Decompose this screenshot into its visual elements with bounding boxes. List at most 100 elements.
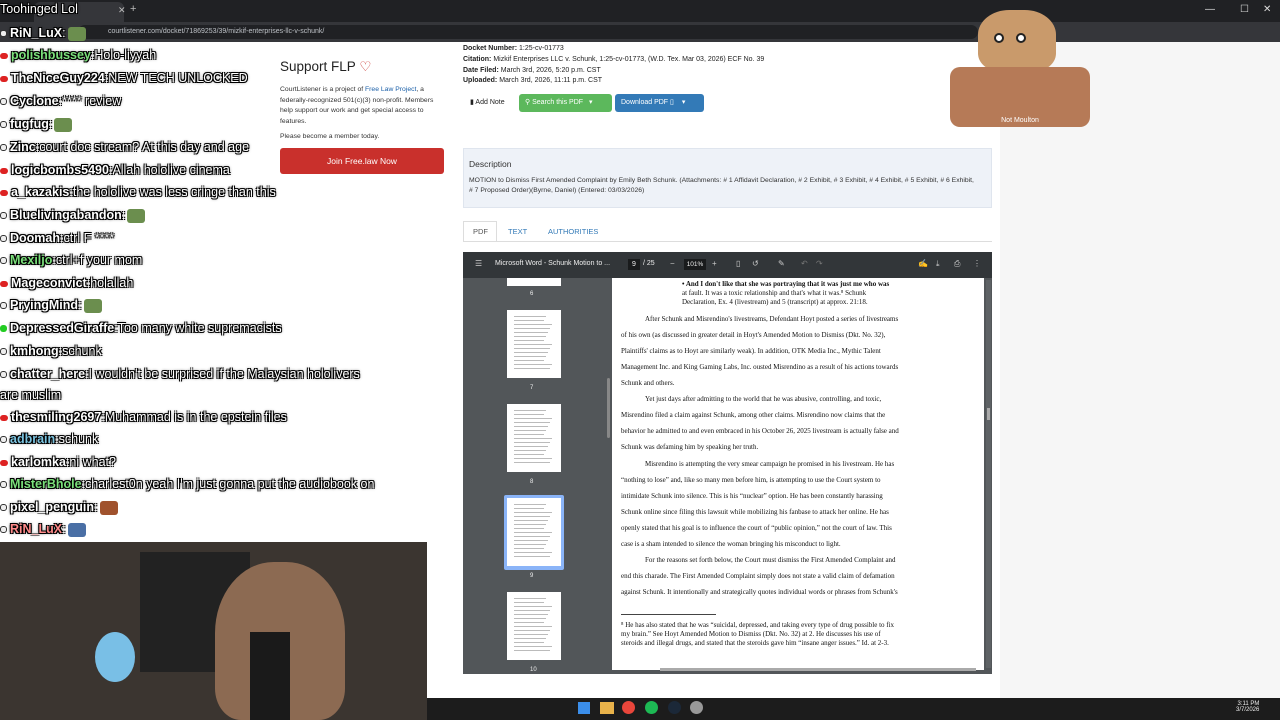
sidebar-scrollbar[interactable]	[607, 378, 610, 438]
chat-username[interactable]: fugfug	[10, 117, 49, 131]
spotify-icon[interactable]	[645, 701, 658, 714]
chat-message: logicbombs5490:Allah hololive cinema	[0, 163, 230, 177]
chat-username[interactable]: Bluelivingabandon	[10, 208, 122, 222]
avatar-eye	[994, 33, 1004, 43]
chat-username[interactable]: RiN_LuX	[10, 26, 62, 40]
tab-text[interactable]: TEXT	[508, 227, 527, 236]
page-thumbnail[interactable]	[507, 404, 561, 472]
chat-message: Cyclone:**** review	[0, 94, 121, 108]
chat-username[interactable]: adbrain	[10, 432, 55, 446]
thumbnail-text-line	[514, 602, 544, 603]
chat-username[interactable]: Doomah	[10, 231, 60, 245]
thumbnail-text-line	[514, 316, 546, 317]
chat-badge-icon	[0, 371, 7, 379]
sign-icon[interactable]: ✍	[918, 259, 928, 268]
thumbnail-number: 6	[530, 291, 534, 297]
chat-username[interactable]: Mageconvict	[11, 276, 87, 290]
chat-username[interactable]: Zinc	[10, 140, 36, 154]
close-window-icon[interactable]: ✕	[1263, 4, 1271, 15]
page-thumbnail-active[interactable]	[507, 498, 561, 566]
pdf-line: Declaration, Ex. 4 (livestream) and 5 (t…	[682, 298, 868, 306]
page-number-input[interactable]: 9	[628, 259, 640, 270]
menu-icon[interactable]: ☰	[475, 259, 482, 268]
fit-page-icon[interactable]: ▯	[736, 259, 740, 268]
pdf-line: Yet just days after admitting to the wor…	[645, 395, 882, 403]
annotate-icon[interactable]: ✎	[778, 259, 785, 268]
zoom-level[interactable]: 101%	[684, 259, 706, 270]
horizontal-scrollbar[interactable]	[660, 668, 976, 671]
thumbnail-text-line	[514, 642, 544, 643]
chat-message: Mexiljo:ctrl+f your mom	[0, 253, 142, 267]
chat-separator: :	[62, 26, 66, 40]
chat-username[interactable]: karlomka	[11, 455, 66, 469]
tab-divider	[463, 241, 992, 242]
more-icon[interactable]: ⋮	[973, 259, 981, 268]
chat-message: karlomka:ni what?	[0, 455, 116, 469]
zoom-out-icon[interactable]: −	[670, 259, 675, 268]
download-icon[interactable]: ⤓	[936, 259, 940, 269]
print-icon[interactable]: ⎙	[954, 259, 960, 269]
viewer-scroll-thumb[interactable]	[987, 408, 990, 420]
thumbnail-text-line	[514, 446, 548, 447]
page-thumbnail[interactable]	[507, 592, 561, 660]
chat-username[interactable]: pixel_penguin	[10, 500, 94, 514]
start-icon[interactable]	[578, 702, 590, 714]
maximize-icon[interactable]: ☐	[1240, 4, 1249, 15]
pdf-line: Schunk and others.	[621, 379, 675, 387]
webcam-feed	[0, 542, 427, 720]
chat-username[interactable]: Cyclone	[10, 94, 59, 108]
chat-username[interactable]: RiN_LuX	[10, 522, 62, 536]
search-pdf-button[interactable]: ⚲ Search this PDF ▾	[519, 94, 612, 112]
tab-title[interactable]: Toohinged Lol	[0, 2, 78, 16]
emote-icon	[83, 298, 102, 313]
chat-username[interactable]: Mexiljo	[10, 253, 52, 267]
chat-username[interactable]: chatter_here	[10, 367, 85, 381]
chat-message: RiN_LuX:	[0, 26, 86, 41]
chat-username[interactable]: DepressedGiraffe	[10, 321, 114, 335]
viewer-scrollbar[interactable]	[986, 280, 991, 668]
chat-username[interactable]: thesmiling2697	[11, 410, 101, 424]
file-explorer-icon[interactable]	[600, 702, 614, 714]
chat-text: Allah hololive cinema	[112, 163, 230, 177]
page-thumbnail[interactable]	[507, 278, 561, 286]
chat-username[interactable]: a_kazakis	[11, 185, 69, 199]
chat-username[interactable]: MisterBhole	[10, 477, 82, 491]
minimize-icon[interactable]: —	[1205, 4, 1215, 15]
undo-icon[interactable]: ↶	[801, 259, 808, 268]
chrome-icon[interactable]	[622, 701, 635, 714]
steam-icon[interactable]	[668, 701, 681, 714]
pdf-line: Plaintiffs' claims as to Hoyt are simila…	[621, 347, 881, 355]
pdf-line: Schunk was defaming him by speaking her …	[621, 443, 759, 451]
settings-icon[interactable]	[690, 701, 703, 714]
thumbnail-text-line	[514, 450, 546, 451]
chat-message: polishbussey:Holo-liyyah	[0, 48, 156, 62]
thumbnail-text-line	[514, 368, 550, 369]
chat-username[interactable]: logicbombs5490	[11, 163, 109, 177]
add-note-button[interactable]: ▮ Add Note	[466, 94, 514, 112]
page-thumbnail[interactable]	[507, 310, 561, 378]
description-text: MOTION to Dismiss First Amended Complain…	[469, 177, 974, 194]
avatar-caption: Not Moulton	[1001, 117, 1039, 124]
webcam-plush	[95, 632, 135, 682]
chat-badge-icon	[0, 144, 7, 152]
rotate-icon[interactable]: ↺	[752, 259, 759, 268]
pdf-line: behavior he admitted to and even embrace…	[621, 427, 899, 435]
chat-username[interactable]: PryingMind	[10, 298, 78, 312]
download-pdf-button[interactable]: Download PDF ▯ ▾	[615, 94, 704, 112]
chat-username[interactable]: kmhong	[10, 344, 59, 358]
redo-icon[interactable]: ↷	[816, 259, 823, 268]
thumbnail-text-line	[514, 348, 550, 349]
thumbnail-text-line	[514, 426, 548, 427]
streamer-avatar-overlay: Not Moulton	[950, 5, 1090, 130]
chat-username[interactable]: polishbussey	[11, 48, 91, 62]
zoom-in-icon[interactable]: +	[712, 259, 717, 268]
chat-badge-icon	[0, 235, 7, 243]
pdf-line: Misrendino is attempting the very smear …	[645, 460, 895, 468]
chat-username[interactable]: TheNiceGuy224	[11, 71, 105, 85]
tab-authorities[interactable]: AUTHORITIES	[548, 227, 598, 236]
chat-text: the hololive was less cringe than this	[72, 185, 276, 199]
thumbnail-text-line	[514, 536, 550, 537]
chat-message: DepressedGiraffe:Too many white supremac…	[0, 321, 282, 335]
thumbnail-text-line	[514, 610, 550, 611]
tab-pdf[interactable]: PDF	[473, 227, 488, 236]
